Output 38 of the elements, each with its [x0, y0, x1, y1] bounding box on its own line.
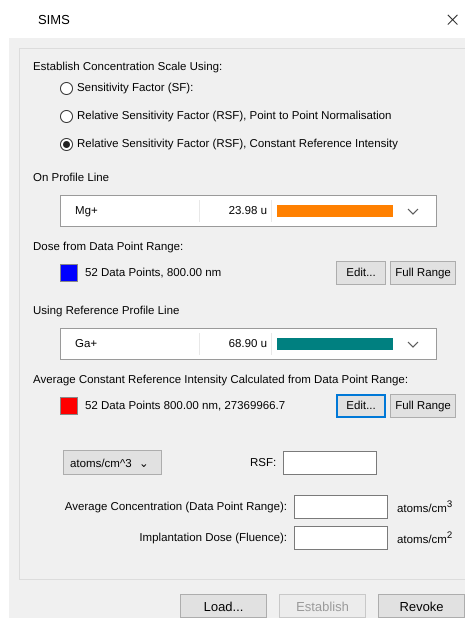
chevron-icon [407, 208, 419, 214]
full-range-button[interactable]: Full Range [390, 394, 456, 418]
field-label: Average Concentration (Data Point Range): [64, 501, 287, 513]
profile-mass: 68.90 u [199, 333, 271, 355]
radio-label[interactable]: Sensitivity Factor (SF): [77, 82, 194, 94]
edit-button[interactable]: Edit... [336, 394, 386, 418]
radio-button[interactable] [60, 138, 73, 150]
field-label: Implantation Dose (Fluence): [138, 532, 287, 544]
profile-name: Ga+ [74, 338, 98, 350]
dialog-button[interactable]: Revoke [378, 594, 465, 618]
section-heading: Dose from Data Point Range: [33, 240, 184, 255]
input-field[interactable] [294, 495, 388, 519]
section-heading: Establish Concentration Scale Using: [33, 60, 222, 75]
unit-label: atoms/cm$^{3}$ [397, 499, 452, 515]
rsf-label: RSF: [250, 456, 276, 468]
radio-label[interactable]: Relative Sensitivity Factor (RSF), Point to Point Normalisation [77, 110, 392, 122]
range-summary: 52 Data Points, 800.00 nm [85, 267, 222, 279]
input-field[interactable] [294, 526, 388, 550]
units-dropdown[interactable]: atoms/cm^3 ⌄ [63, 450, 162, 475]
radio-button[interactable] [60, 82, 73, 94]
profile-mass: 23.98 u [199, 200, 271, 222]
close-button[interactable]: × [440, 7, 465, 31]
dialog-button[interactable]: Load... [180, 594, 267, 618]
unit-label: atoms/cm$^{2}$ [397, 530, 452, 546]
radio-button[interactable] [60, 110, 73, 122]
radio-label[interactable]: Relative Sensitivity Factor (RSF), Constant Reference Intensity [77, 138, 398, 150]
full-range-button[interactable]: Full Range [390, 261, 456, 285]
rsf-field[interactable] [283, 450, 378, 474]
range-summary: 52 Data Points 800.00 nm, 27369966.7 [85, 400, 286, 412]
profile-dropdown[interactable]: Mg+ 23.98 u [60, 195, 437, 227]
section-heading: Average Constant Reference Intensity Calculated from Data Point Range: [33, 373, 408, 388]
window-title: SIMS [38, 12, 70, 26]
section-heading: On Profile Line [33, 171, 110, 186]
chevron-icon [407, 340, 419, 348]
edit-button[interactable]: Edit... [336, 261, 386, 285]
profile-dropdown[interactable]: Ga+ 68.90 u [60, 328, 437, 360]
profile-name: Mg+ [74, 205, 99, 217]
section-heading: Using Reference Profile Line [33, 304, 180, 319]
